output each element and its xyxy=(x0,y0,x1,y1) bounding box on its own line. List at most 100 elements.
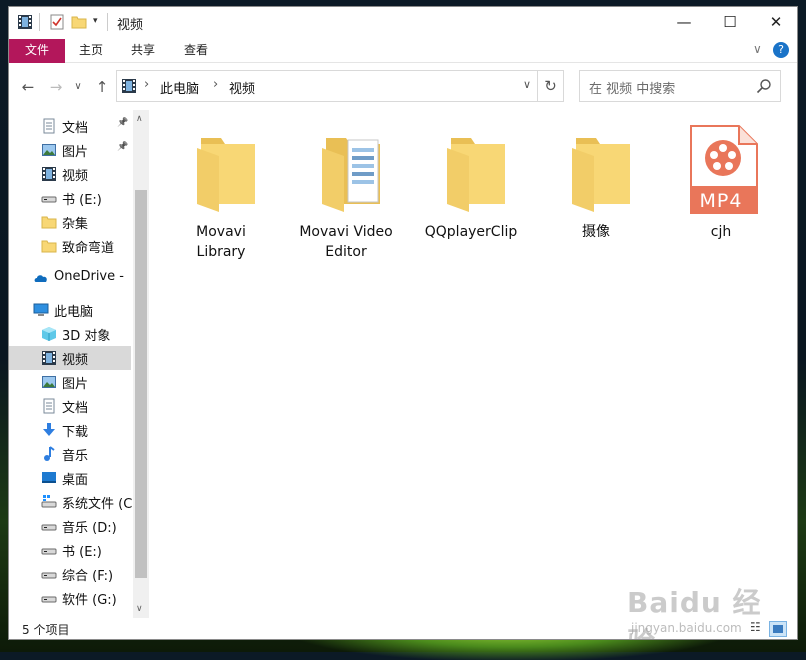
file-list-view: Movavi Library Movavi Video Editor QQpla… xyxy=(149,110,797,618)
sidebar-item[interactable]: 桌面 xyxy=(9,466,131,490)
download-icon xyxy=(43,423,55,436)
sidebar-item[interactable]: 书 (E:) xyxy=(9,186,131,210)
search-icon xyxy=(756,79,771,94)
sidebar-item[interactable]: 音乐 (D:) xyxy=(9,514,131,538)
file-explorer-window: ▾ 视频 — ☐ ✕ 文件 主页 共享 查看 ∨ ? ← → ∨ ↑ › 此电脑 xyxy=(8,6,798,640)
sidebar-item-label: 文档 xyxy=(62,121,89,136)
pin-icon[interactable]: 📌 xyxy=(117,118,128,128)
pin-icon[interactable]: 📌 xyxy=(117,142,128,152)
up-button[interactable]: ↑ xyxy=(91,76,113,98)
breadcrumb-separator[interactable]: › xyxy=(144,77,149,92)
address-bar[interactable]: › 此电脑 › 视频 ∨ xyxy=(116,70,538,102)
tab-view[interactable]: 查看 xyxy=(176,39,216,63)
maximize-button[interactable]: ☐ xyxy=(707,7,753,37)
new-folder-icon[interactable] xyxy=(71,14,87,30)
folder-icon xyxy=(447,138,505,212)
cube-icon xyxy=(42,327,56,341)
close-icon: ✕ xyxy=(769,13,783,31)
properties-icon[interactable] xyxy=(49,14,65,30)
sidebar-item-label: 视频 xyxy=(62,169,89,184)
sidebar-item[interactable]: 软件 (G:) xyxy=(9,586,131,610)
navigation-scrollbar[interactable]: ∧ ∨ xyxy=(133,110,149,618)
folder-icon xyxy=(41,216,57,229)
tab-share[interactable]: 共享 xyxy=(123,39,163,63)
music-icon xyxy=(44,446,55,461)
sidebar-item[interactable]: 图片 📌 xyxy=(9,138,131,162)
sidebar-item-label: 音乐 (D:) xyxy=(62,521,117,536)
large-icons-view-button[interactable] xyxy=(769,621,787,637)
back-button[interactable]: ← xyxy=(17,76,39,98)
breadcrumb-this-pc[interactable]: 此电脑 xyxy=(160,78,199,97)
scrollbar-thumb[interactable] xyxy=(135,190,147,578)
details-view-icon: ☷ xyxy=(750,620,761,634)
status-bar: 5 个项目 ☷ xyxy=(9,618,797,639)
folder-icon xyxy=(197,138,255,212)
details-view-button[interactable]: ☷ xyxy=(747,620,765,637)
folder-with-documents-icon xyxy=(322,138,380,212)
drive-icon xyxy=(41,596,57,603)
folder-icon xyxy=(41,240,57,253)
sidebar-item[interactable]: 图片 xyxy=(9,370,131,394)
desktop-icon xyxy=(42,472,56,483)
sidebar-item[interactable]: 此电脑 xyxy=(9,298,131,322)
sidebar-item[interactable]: 文档 📌 xyxy=(9,114,131,138)
tab-file[interactable]: 文件 xyxy=(9,39,65,63)
tab-home[interactable]: 主页 xyxy=(71,39,111,63)
sidebar-item-label: 音乐 xyxy=(62,449,89,464)
sidebar-item[interactable]: 下载 xyxy=(9,418,131,442)
system-drive-icon xyxy=(41,495,57,508)
item-count: 5 个项目 xyxy=(22,623,70,637)
sidebar-item[interactable]: 音乐 xyxy=(9,442,131,466)
computer-icon xyxy=(33,303,49,316)
file-name: Movavi Video Editor xyxy=(299,224,393,260)
sidebar-item-label: 文档 xyxy=(62,401,89,416)
sidebar-item-label: 图片 xyxy=(62,145,89,160)
folder-icon xyxy=(572,138,630,212)
breadcrumb-videos[interactable]: 视频 xyxy=(229,78,255,97)
file-name: QQplayerClip xyxy=(424,224,518,240)
video-icon xyxy=(42,351,56,365)
expand-ribbon-icon[interactable]: ∨ xyxy=(753,42,762,56)
search-box[interactable]: 在 视频 中搜索 xyxy=(579,70,781,102)
forward-button[interactable]: → xyxy=(45,76,67,98)
sidebar-item[interactable]: 致命弯道 xyxy=(9,234,131,258)
sidebar-item-label: 系统文件 (C xyxy=(62,497,133,512)
navigation-bar: ← → ∨ ↑ › 此电脑 › 视频 ∨ ↻ 在 视频 中搜索 xyxy=(9,64,797,110)
quick-access-toolbar-dropdown[interactable]: ▾ xyxy=(93,16,98,26)
chevron-down-icon: ∨ xyxy=(74,81,82,92)
sidebar-item[interactable]: 综合 (F:) xyxy=(9,562,131,586)
file-item-folder[interactable]: Movavi Library xyxy=(161,120,281,270)
address-dropdown-icon[interactable]: ∨ xyxy=(523,78,531,91)
arrow-left-icon: ← xyxy=(21,78,35,96)
file-item-video[interactable]: MP4 cjh xyxy=(661,120,781,270)
file-item-folder[interactable]: 摄像 xyxy=(536,120,656,270)
sidebar-item[interactable]: 书 (E:) xyxy=(9,538,131,562)
help-icon[interactable]: ? xyxy=(773,42,789,58)
sidebar-item-label: 软件 (G:) xyxy=(62,593,117,608)
navigation-pane: 文档 📌 图片 📌 视频书 (E:) 杂集 致命弯道 OneDrive - 此电脑 3D 对象 视频… xyxy=(9,110,149,618)
sidebar-item[interactable]: 视频 xyxy=(9,162,131,186)
ribbon-tabs: 文件 主页 共享 查看 ∨ ? xyxy=(9,39,797,63)
close-button[interactable]: ✕ xyxy=(753,7,797,37)
sidebar-item[interactable]: 3D 对象 xyxy=(9,322,131,346)
window-title: 视频 xyxy=(117,18,144,33)
sidebar-item-label: 书 (E:) xyxy=(62,545,102,560)
sidebar-item[interactable]: 视频 xyxy=(9,346,131,370)
sidebar-item-label: 下载 xyxy=(62,425,89,440)
file-name: cjh xyxy=(710,224,732,240)
search-placeholder: 在 视频 中搜索 xyxy=(589,82,676,97)
video-icon xyxy=(42,167,56,181)
document-icon xyxy=(43,118,55,134)
sidebar-item[interactable]: OneDrive - xyxy=(9,266,131,290)
sidebar-item[interactable]: 系统文件 (C xyxy=(9,490,133,514)
recent-locations-button[interactable]: ∨ xyxy=(71,76,85,98)
sidebar-item[interactable]: 杂集 xyxy=(9,210,131,234)
refresh-button[interactable]: ↻ xyxy=(538,70,564,102)
sidebar-item[interactable]: 文档 xyxy=(9,394,131,418)
minimize-button[interactable]: — xyxy=(661,7,707,37)
scroll-up-icon[interactable]: ∧ xyxy=(136,114,143,124)
scroll-down-icon[interactable]: ∨ xyxy=(136,604,143,614)
file-item-folder[interactable]: Movavi Video Editor xyxy=(286,120,406,270)
breadcrumb-separator[interactable]: › xyxy=(213,77,218,92)
file-item-folder[interactable]: QQplayerClip xyxy=(411,120,531,270)
